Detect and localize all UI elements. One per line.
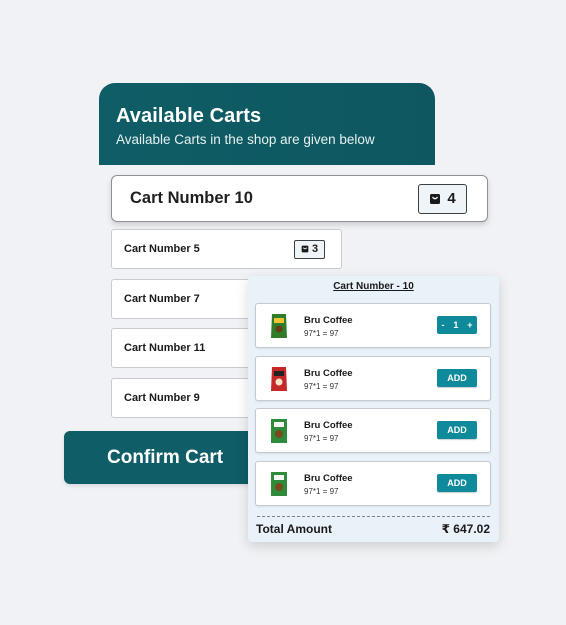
product-price: 97*1 = 97 [304, 382, 339, 391]
quantity-value: 1 [453, 320, 459, 330]
add-button[interactable]: ADD [437, 474, 477, 492]
cart-label: Cart Number 9 [124, 392, 200, 404]
divider [257, 516, 490, 517]
confirm-cart-label: Confirm Cart [107, 446, 224, 468]
product-name: Bru Coffee [304, 473, 353, 484]
coffee-package-icon [271, 367, 287, 391]
shopping-bag-icon [301, 245, 309, 253]
cart-label: Cart Number 5 [124, 243, 200, 255]
product-item: Bru Coffee 97*1 = 97 ADD [255, 356, 491, 401]
decrement-button[interactable]: - [441, 320, 444, 330]
coffee-package-icon [271, 472, 287, 496]
quantity-stepper[interactable]: - 1 + [437, 316, 477, 334]
product-price: 97*1 = 97 [304, 434, 339, 443]
cart-count: 3 [311, 243, 319, 255]
add-button[interactable]: ADD [437, 421, 477, 439]
total-amount-value: ₹ 647.02 [441, 522, 490, 536]
product-price: 97*1 = 97 [304, 329, 339, 338]
page-title: Available Carts [116, 105, 262, 127]
add-button[interactable]: ADD [437, 369, 477, 387]
total-amount-label: Total Amount [256, 522, 332, 536]
selected-cart-item[interactable]: Cart Number 10 4 [111, 175, 488, 222]
product-name: Bru Coffee [304, 420, 353, 431]
increment-button[interactable]: + [467, 320, 472, 330]
product-price: 97*1 = 97 [304, 487, 339, 496]
cart-count: 4 [447, 190, 456, 207]
cart-label: Cart Number 10 [130, 189, 253, 207]
cart-item[interactable]: Cart Number 5 3 [111, 229, 342, 269]
product-name: Bru Coffee [304, 315, 353, 326]
product-item: Bru Coffee 97*1 = 97 - 1 + [255, 303, 491, 348]
cart-count-badge: 3 [294, 239, 325, 259]
cart-label: Cart Number 11 [124, 342, 206, 354]
product-item: Bru Coffee 97*1 = 97 ADD [255, 461, 491, 506]
page-subtitle: Available Carts in the shop are given be… [116, 132, 375, 147]
cart-detail-panel: Cart Number - 10 Bru Coffee 97*1 = 97 - … [248, 276, 499, 542]
product-item: Bru Coffee 97*1 = 97 ADD [255, 408, 491, 453]
product-name: Bru Coffee [304, 368, 353, 379]
cart-label: Cart Number 7 [124, 293, 200, 305]
available-carts-header: Available Carts Available Carts in the s… [99, 83, 435, 165]
cart-count-badge: 4 [418, 183, 467, 214]
coffee-package-icon [271, 419, 287, 443]
shopping-bag-icon [430, 193, 441, 204]
coffee-package-icon [271, 314, 287, 338]
panel-title: Cart Number - 10 [333, 281, 414, 292]
